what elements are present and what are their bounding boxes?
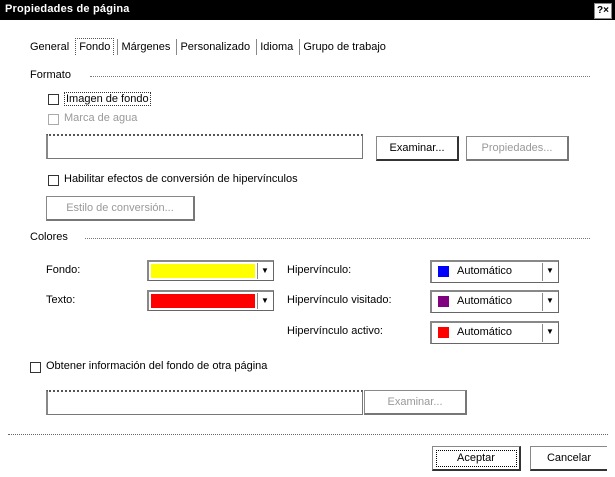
visitado-combo[interactable]: Automático ▼ — [430, 290, 559, 313]
imagen-fondo-path-field[interactable] — [46, 134, 363, 159]
examinar-otra-pagina-button[interactable]: Examinar... — [364, 390, 467, 415]
examinar-button[interactable]: Examinar... — [376, 136, 459, 161]
aceptar-button[interactable]: Aceptar — [432, 446, 521, 471]
formato-group-label: Formato — [30, 69, 75, 81]
formato-group-line — [90, 76, 590, 77]
activo-label: Hipervínculo activo: — [287, 325, 383, 337]
hipervinculo-swatch — [438, 266, 449, 277]
fondo-color-combo[interactable]: ▼ — [147, 260, 274, 281]
fondo-color-swatch — [151, 264, 255, 278]
visitado-swatch — [438, 296, 449, 307]
visitado-value: Automático — [457, 295, 513, 307]
footer-separator — [8, 434, 608, 435]
colores-group-line — [85, 238, 590, 239]
fondo-color-label: Fondo: — [46, 264, 81, 276]
cancelar-button[interactable]: Cancelar — [530, 446, 607, 471]
tab-fondo[interactable]: Fondo — [75, 38, 115, 55]
chevron-down-icon: ▼ — [542, 293, 557, 311]
chevron-down-icon: ▼ — [542, 263, 557, 281]
estilo-conversion-button[interactable]: Estilo de conversión... — [46, 196, 195, 221]
tab-idioma[interactable]: Idioma — [256, 39, 296, 55]
tab-grupo-trabajo[interactable]: Grupo de trabajo — [299, 39, 389, 55]
tab-strip: General Fondo Márgenes Personalizado Idi… — [27, 38, 389, 58]
title-bar: Propiedades de página ?× — [0, 0, 615, 20]
activo-swatch — [438, 327, 449, 338]
obtener-info-checkbox[interactable] — [30, 362, 41, 373]
obtener-info-label: Obtener información del fondo de otra pá… — [46, 360, 268, 372]
hipervinculo-label: Hipervínculo: — [287, 264, 352, 276]
propiedades-button[interactable]: Propiedades... — [466, 136, 569, 161]
activo-value: Automático — [457, 326, 513, 338]
tab-general[interactable]: General — [27, 39, 72, 55]
activo-combo[interactable]: Automático ▼ — [430, 321, 559, 344]
help-close-buttons[interactable]: ?× — [594, 3, 612, 19]
texto-color-swatch — [151, 294, 255, 308]
otra-pagina-path-field[interactable] — [46, 390, 363, 415]
tab-margenes[interactable]: Márgenes — [117, 39, 173, 55]
tab-personalizado[interactable]: Personalizado — [176, 39, 253, 55]
imagen-fondo-checkbox[interactable] — [48, 94, 59, 105]
chevron-down-icon: ▼ — [257, 293, 272, 309]
chevron-down-icon: ▼ — [257, 263, 272, 279]
marca-agua-label: Marca de agua — [64, 112, 138, 124]
texto-color-label: Texto: — [46, 294, 76, 306]
habilitar-efectos-checkbox[interactable] — [48, 175, 59, 186]
window-title: Propiedades de página — [5, 3, 130, 15]
habilitar-efectos-label: Habilitar efectos de conversión de hiper… — [64, 173, 298, 185]
colores-group-label: Colores — [30, 231, 72, 243]
hipervinculo-combo[interactable]: Automático ▼ — [430, 260, 559, 283]
marca-agua-checkbox[interactable] — [48, 114, 59, 125]
hipervinculo-value: Automático — [457, 265, 513, 277]
visitado-label: Hipervínculo visitado: — [287, 294, 392, 306]
imagen-fondo-label: Imagen de fondo — [64, 92, 151, 106]
chevron-down-icon: ▼ — [542, 324, 557, 342]
texto-color-combo[interactable]: ▼ — [147, 290, 274, 311]
